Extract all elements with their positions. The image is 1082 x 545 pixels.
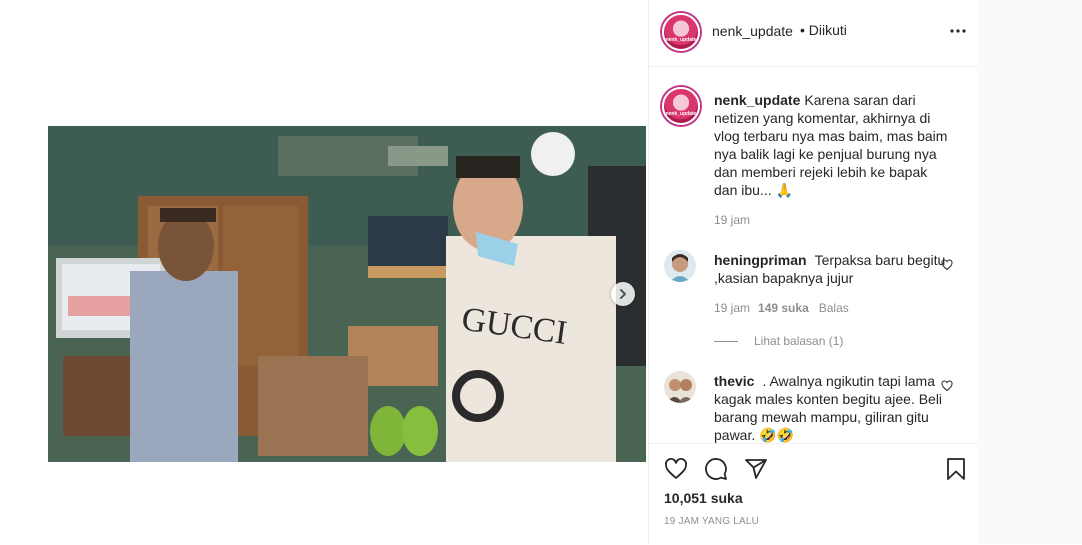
caption-time[interactable]: 19 jam xyxy=(714,213,750,227)
avatar-logo-text: nenk_update xyxy=(665,37,697,43)
next-media-button[interactable] xyxy=(611,282,635,306)
video-frame-illustration: GUCCI xyxy=(48,126,646,462)
likes-count[interactable]: 10,051 suka xyxy=(664,490,743,506)
author-username[interactable]: nenk_update xyxy=(712,23,793,39)
avatar-logo-text: nenk_update xyxy=(665,111,697,117)
user-photo-icon xyxy=(664,250,696,282)
comment-body: thevic. Awalnya ngikutin tapi lama kagak… xyxy=(714,372,954,443)
heart-icon[interactable] xyxy=(664,457,688,481)
view-replies-label[interactable]: Lihat balasan (1) xyxy=(754,334,843,348)
comment-likes[interactable]: 149 suka xyxy=(758,301,809,315)
comment-time[interactable]: 19 jam xyxy=(714,301,750,315)
view-replies[interactable]: Lihat balasan (1) xyxy=(714,334,843,348)
comment-body: heningpriman Terpaksa baru begitu ,kasian… xyxy=(714,251,954,287)
follow-status[interactable]: • Diikuti xyxy=(800,22,847,38)
post-caption: nenk_update Karena saran dari netizen yan… xyxy=(714,91,954,199)
comment-meta: 19 jam 149 suka Balas xyxy=(714,301,849,315)
comment-username[interactable]: thevic xyxy=(714,373,754,389)
share-icon[interactable] xyxy=(744,457,768,481)
replies-divider xyxy=(714,340,738,342)
caption-author-avatar[interactable]: nenk_update xyxy=(662,87,700,125)
reply-button[interactable]: Balas xyxy=(819,301,849,315)
author-avatar[interactable]: nenk_update xyxy=(662,13,700,51)
more-icon[interactable] xyxy=(949,22,967,40)
comment-icon[interactable] xyxy=(704,457,728,481)
comment-username[interactable]: heningpriman xyxy=(714,252,807,268)
comment-avatar[interactable] xyxy=(664,371,696,403)
post-header: nenk_update nenk_update • Diikuti xyxy=(649,0,977,67)
comment-like-heart-icon[interactable] xyxy=(941,380,953,392)
comments-list[interactable]: nenk_update nenk_update Karena saran dari… xyxy=(649,67,977,443)
comment-like-heart-icon[interactable] xyxy=(941,259,953,271)
comment-avatar[interactable] xyxy=(664,250,696,282)
caption-username[interactable]: nenk_update xyxy=(714,92,800,108)
user-photo-icon xyxy=(664,371,696,403)
post-side-panel: nenk_update nenk_update • Diikuti nenk_u… xyxy=(648,0,977,544)
bookmark-icon[interactable] xyxy=(944,457,968,481)
post-actions: 10,051 suka 19 JAM YANG LALU xyxy=(649,443,977,545)
post-media-video-frame[interactable]: GUCCI xyxy=(48,126,646,462)
page-right-margin xyxy=(977,0,1082,544)
chevron-right-icon xyxy=(620,289,626,299)
post-timestamp[interactable]: 19 JAM YANG LALU xyxy=(664,516,759,527)
